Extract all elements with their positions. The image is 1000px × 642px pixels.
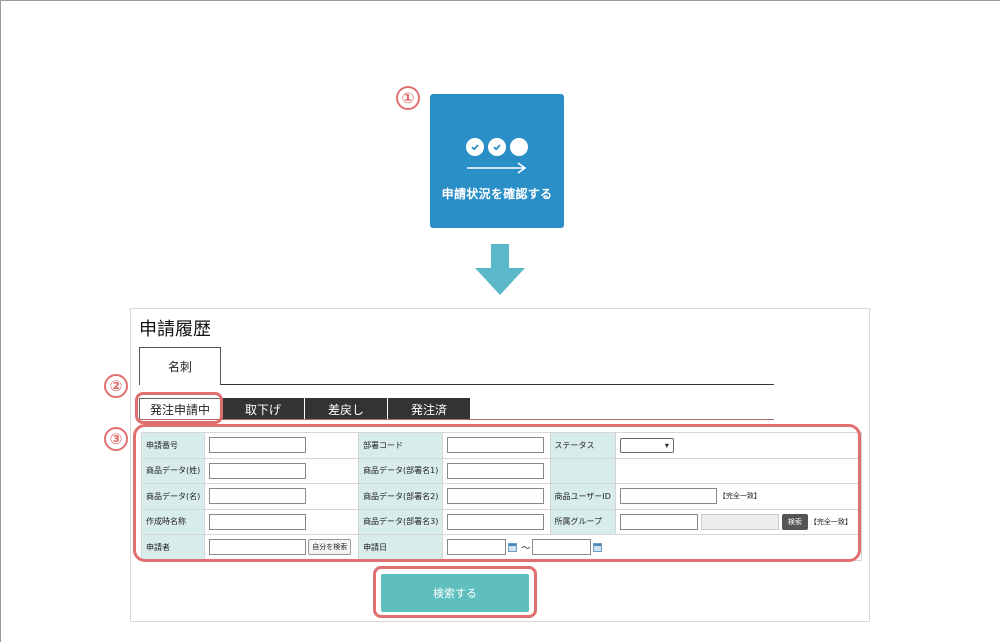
item-dept1-label: 商品データ(部署名1) [358, 457, 444, 484]
group-label: 所属グループ [549, 508, 616, 535]
search-form: 申請番号 部署コード ステータス ▾ 商品データ(姓) 商品データ(部署名1) … [140, 432, 863, 561]
item-user-id-label: 商品ユーザーID [549, 483, 616, 510]
status-label: ステータス [549, 432, 616, 459]
tab-returned[interactable]: 差戻し [305, 398, 387, 420]
item-dept2-label: 商品データ(部署名2) [358, 483, 444, 510]
check-icon [488, 138, 506, 156]
dept-code-label: 部署コード [358, 432, 444, 459]
item-last-name-label: 商品データ(姓) [140, 457, 206, 484]
item-dept3-label: 商品データ(部署名3) [358, 508, 444, 535]
status-tabs: 発注申請中 取下げ 差戻し 発注済 [139, 398, 471, 420]
application-no-label: 申請番号 [140, 432, 206, 459]
arrow-right-icon [467, 162, 527, 174]
applicant-label: 申請者 [140, 534, 206, 561]
item-first-name-label: 商品データ(名) [140, 483, 206, 510]
item-dept2-input[interactable] [447, 488, 545, 505]
application-no-input[interactable] [209, 437, 307, 454]
item-dept1-input[interactable] [447, 462, 545, 479]
group-search-button[interactable]: 検索 [781, 513, 808, 530]
apply-date-from-input[interactable] [447, 539, 507, 556]
calendar-icon[interactable] [593, 542, 603, 552]
down-arrow-icon [475, 244, 525, 295]
circle-icon [510, 138, 528, 156]
date-range-separator: ～ [521, 543, 531, 554]
group-name-display [700, 513, 779, 530]
callout-3: ③ [104, 427, 128, 451]
tab-ordered[interactable]: 発注済 [388, 398, 470, 420]
dept-code-input[interactable] [447, 437, 545, 454]
progress-dots-icon [466, 138, 528, 156]
check-status-button[interactable]: 申請状況を確認する [430, 94, 564, 228]
item-user-id-input[interactable] [619, 488, 717, 505]
apply-date-to-input[interactable] [532, 539, 592, 556]
empty-label-cell [549, 457, 616, 484]
status-tabs-divider [139, 419, 774, 420]
application-history-panel: 申請履歴 名刺 発注申請中 取下げ 差戻し 発注済 申請番号 部署コード ステー… [130, 308, 870, 622]
search-button[interactable]: 検索する [381, 574, 529, 612]
applicant-input[interactable] [209, 539, 307, 556]
page-title: 申請履歴 [139, 319, 211, 340]
tab-order-pending[interactable]: 発注申請中 [139, 398, 221, 420]
tab-withdrawn[interactable]: 取下げ [222, 398, 304, 420]
tab-divider [221, 384, 774, 385]
empty-value-cell [614, 457, 863, 484]
tab-business-card[interactable]: 名刺 [139, 347, 221, 385]
item-last-name-input[interactable] [209, 462, 307, 479]
apply-date-label: 申請日 [358, 534, 444, 561]
item-dept3-input[interactable] [447, 513, 545, 530]
group-exact-match-note: 【完全一致】 [809, 517, 852, 526]
self-search-button[interactable]: 自分を検索 [308, 539, 352, 556]
status-select[interactable]: ▾ [619, 437, 674, 453]
creation-name-input[interactable] [209, 513, 307, 530]
check-status-label: 申請状況を確認する [441, 187, 553, 201]
callout-2: ② [104, 374, 128, 398]
callout-1: ① [396, 86, 420, 110]
exact-match-note: 【完全一致】 [718, 492, 761, 501]
check-icon [466, 138, 484, 156]
creation-name-label: 作成時名称 [140, 508, 206, 535]
chevron-down-icon: ▾ [664, 440, 669, 450]
group-input[interactable] [619, 513, 698, 530]
item-first-name-input[interactable] [209, 488, 307, 505]
calendar-icon[interactable] [508, 542, 518, 552]
